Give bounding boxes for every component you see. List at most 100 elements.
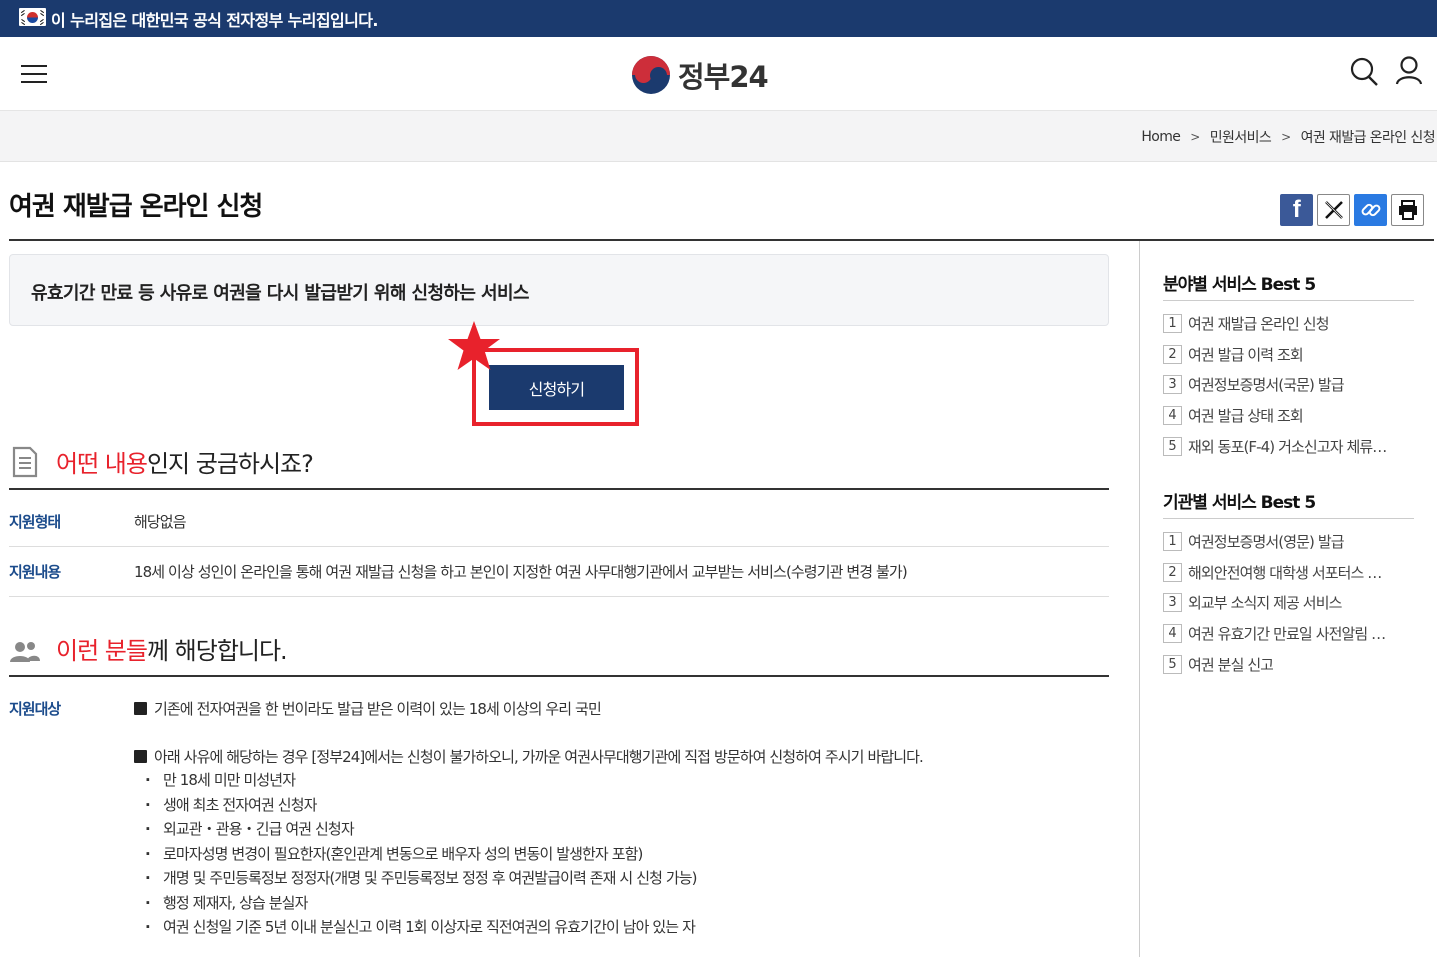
item-label: 해외안전여행 대학생 서포터스 … (1188, 563, 1382, 582)
gov-banner-text: 이 누리집은 대한민국 공식 전자정부 누리집입니다. (51, 11, 378, 30)
field-best5-item[interactable]: 5 재외 동포(F-4) 거소신고자 체류 … (1163, 431, 1413, 462)
list-item: 만 18세 미만 미성년자 (145, 770, 697, 795)
sidebar-divider-line (1163, 518, 1414, 519)
support-content-value: 18세 이상 성인이 온라인을 통해 여권 재발급 신청을 하고 본인이 지정한… (134, 563, 908, 581)
section-who-title-highlight: 이런 분들 (56, 637, 148, 665)
row-divider (9, 546, 1109, 547)
target-item: 기존에 전자여권을 한 번이라도 발급 받은 이력이 있는 18세 이상의 우리… (134, 698, 602, 719)
item-label: 여권 발급 상태 조회 (1188, 407, 1303, 426)
list-item: 여권 신청일 기준 5년 이내 분실신고 이력 1회 이상자로 직전여권의 유효… (145, 917, 697, 942)
agency-best5-item[interactable]: 5 여권 분실 신고 (1163, 649, 1413, 680)
item-label: 여권 발급 이력 조회 (1188, 345, 1303, 364)
item-label: 외교부 소식지 제공 서비스 (1188, 594, 1342, 613)
item-label: 여권 분실 신고 (1188, 656, 1274, 675)
list-item: 개명 및 주민등록정보 정정자(개명 및 주민등록정보 정정 후 여권발급이력 … (145, 868, 698, 893)
logo-text: 정부24 (678, 60, 769, 94)
rank-number: 1 (1163, 313, 1182, 333)
link-icon (1361, 203, 1380, 217)
section-who-title-rest: 께 해당합니다. (146, 637, 288, 665)
facebook-icon: f (1292, 196, 1301, 223)
gov-official-banner: 이 누리집은 대한민국 공식 전자정부 누리집입니다. (0, 0, 1437, 37)
item-label: 여권 재발급 온라인 신청 (1188, 314, 1329, 333)
breadcrumb: Home > 민원서비스 > 여권 재발급 온라인 신청 (1141, 127, 1435, 147)
item-label: 여권 유효기간 만료일 사전알림 … (1188, 625, 1386, 644)
site-logo[interactable]: 정부24 (632, 55, 769, 95)
target-item-text: 아래 사유에 해당하는 경우 [정부24]에서는 신청이 불가하오니, 가까운 … (154, 748, 924, 766)
square-bullet-icon (134, 750, 147, 763)
agency-best5-item[interactable]: 1 여권정보증명서(영문) 발급 (1163, 526, 1413, 557)
rank-number: 3 (1163, 375, 1182, 395)
target-item: 아래 사유에 해당하는 경우 [정부24]에서는 신청이 불가하오니, 가까운 … (134, 746, 924, 767)
site-header: 정부24 (0, 37, 1437, 111)
page-title: 여권 재발급 온라인 신청 (9, 192, 263, 222)
section-who-divider (9, 675, 1109, 677)
menu-icon[interactable] (21, 62, 47, 86)
facebook-share-button[interactable]: f (1280, 194, 1313, 226)
row-divider (9, 596, 1109, 597)
support-target-label: 지원대상 (9, 700, 61, 718)
field-best5-item[interactable]: 4 여권 발급 상태 조회 (1163, 400, 1413, 431)
rank-number: 2 (1163, 344, 1182, 364)
field-best5-item[interactable]: 1 여권 재발급 온라인 신청 (1163, 308, 1413, 339)
search-icon[interactable] (1350, 57, 1378, 87)
square-bullet-icon (134, 702, 147, 715)
field-best5-title: 분야별 서비스 Best 5 (1163, 275, 1316, 295)
print-button[interactable] (1391, 194, 1424, 226)
title-divider (9, 239, 1434, 241)
apply-button[interactable]: 신청하기 (489, 365, 624, 410)
rank-number: 2 (1163, 562, 1182, 582)
agency-best5-item[interactable]: 2 해외안전여행 대학생 서포터스 … (1163, 557, 1413, 588)
breadcrumb-bar: Home > 민원서비스 > 여권 재발급 온라인 신청 (0, 111, 1437, 162)
x-share-button[interactable] (1317, 194, 1350, 226)
rank-number: 4 (1163, 406, 1182, 426)
share-toolbar: f (1280, 194, 1424, 226)
section-what-divider (9, 488, 1109, 490)
breadcrumb-home[interactable]: Home (1141, 129, 1181, 145)
support-type-value: 해당없음 (134, 513, 187, 531)
list-item: 생애 최초 전자여권 신청자 (145, 795, 697, 820)
rank-number: 1 (1163, 531, 1182, 551)
taegeuk-logo-icon (632, 56, 670, 94)
korean-flag-icon (19, 8, 46, 26)
breadcrumb-current[interactable]: 여권 재발급 온라인 신청 (1301, 127, 1436, 147)
section-what-title-highlight: 어떤 내용 (56, 450, 148, 478)
support-type-label: 지원형태 (9, 513, 61, 531)
user-icon[interactable] (1395, 56, 1423, 86)
rank-number: 5 (1163, 655, 1182, 675)
section-who-heading: 이런 분들께 해당합니다. (9, 631, 288, 666)
service-summary-box: 유효기간 만료 등 사유로 여권을 다시 발급받기 위해 신청하는 서비스 (9, 254, 1109, 326)
section-what-heading: 어떤 내용인지 궁금하시죠? (9, 444, 314, 479)
print-icon (1398, 200, 1417, 220)
sidebar-divider (1139, 241, 1140, 957)
x-logo-icon (1324, 201, 1343, 219)
chevron-right-icon: > (1190, 130, 1200, 144)
star-marker-icon (448, 321, 500, 370)
rank-number: 4 (1163, 624, 1182, 644)
list-item: 외교관・관용・긴급 여권 신청자 (145, 819, 697, 844)
chevron-right-icon: > (1281, 130, 1291, 144)
item-label: 여권정보증명서(국문) 발급 (1188, 376, 1344, 395)
agency-best5-item[interactable]: 4 여권 유효기간 만료일 사전알림 … (1163, 618, 1413, 649)
exclusion-list: 만 18세 미만 미성년자 생애 최초 전자여권 신청자 외교관・관용・긴급 여… (145, 770, 698, 942)
rank-number: 5 (1163, 437, 1182, 457)
document-icon (12, 446, 38, 477)
copy-link-button[interactable] (1354, 194, 1387, 226)
item-label: 재외 동포(F-4) 거소신고자 체류 … (1188, 438, 1388, 457)
rank-number: 3 (1163, 593, 1182, 613)
section-what-title-rest: 인지 궁금하시죠? (146, 450, 314, 478)
breadcrumb-civil-service[interactable]: 민원서비스 (1210, 127, 1272, 147)
target-item-text: 기존에 전자여권을 한 번이라도 발급 받은 이력이 있는 18세 이상의 우리… (154, 700, 602, 718)
agency-best5-title: 기관별 서비스 Best 5 (1163, 493, 1316, 513)
sidebar-divider-line (1163, 300, 1414, 301)
list-item: 로마자성명 변경이 필요한자(혼인관계 변동으로 배우자 성의 변동이 발생한자… (145, 844, 697, 869)
agency-best5-item[interactable]: 3 외교부 소식지 제공 서비스 (1163, 588, 1413, 619)
agency-best5-list: 1 여권정보증명서(영문) 발급 2 해외안전여행 대학생 서포터스 … 3 외교부 … (1163, 526, 1413, 680)
service-summary-text: 유효기간 만료 등 사유로 여권을 다시 발급받기 위해 신청하는 서비스 (31, 283, 529, 304)
item-label: 여권정보증명서(영문) 발급 (1188, 532, 1344, 551)
field-best5-item[interactable]: 3 여권정보증명서(국문) 발급 (1163, 370, 1413, 401)
list-item: 행정 제재자, 상습 분실자 (145, 893, 697, 918)
field-best5-item[interactable]: 2 여권 발급 이력 조회 (1163, 339, 1413, 370)
support-content-label: 지원내용 (9, 563, 61, 581)
people-icon (10, 641, 40, 662)
field-best5-list: 1 여권 재발급 온라인 신청 2 여권 발급 이력 조회 3 여권정보증명서(국문)… (1163, 308, 1413, 462)
